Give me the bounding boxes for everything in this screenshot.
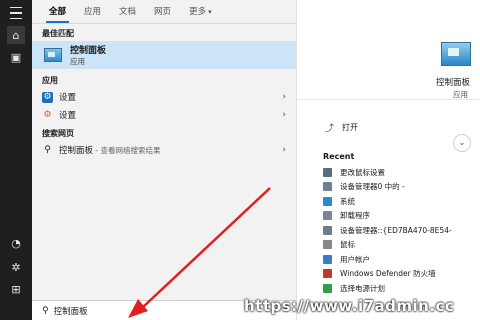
documents-icon[interactable]: ▣ bbox=[7, 48, 25, 66]
web-header: 搜索网页 bbox=[42, 129, 74, 138]
recent-item[interactable]: 卸载程序 bbox=[323, 209, 477, 224]
tab-web[interactable]: 网页 bbox=[145, 5, 180, 23]
tab-more[interactable]: 更多 ▾ bbox=[180, 5, 221, 23]
recent-item-icon bbox=[323, 211, 332, 221]
recent-item[interactable]: 系统 bbox=[323, 194, 477, 209]
search-icon: ⚲ bbox=[44, 145, 51, 155]
recent-item-label: 卸载程序 bbox=[340, 211, 370, 221]
control-panel-icon bbox=[441, 42, 471, 66]
preview-pane: 控制面板 应用 ⤴ 打开 ⌄ Recent 更改鼠标设置 设备管理器0 中的 -系… bbox=[296, 0, 480, 320]
recent-item-icon bbox=[323, 269, 332, 279]
settings-icon[interactable]: ✲ bbox=[7, 258, 25, 276]
chevron-right-icon[interactable]: › bbox=[282, 110, 286, 120]
list-item-web-search[interactable]: ⚲ 控制面板 - 查看网络搜索结果 › bbox=[32, 141, 296, 159]
tab-all[interactable]: 全部 bbox=[40, 5, 75, 23]
recent-item-label: 系统 bbox=[340, 196, 355, 206]
best-match-title: 控制面板 bbox=[70, 46, 107, 56]
start-rail: ⌂ ▣ ◔ ✲ ⊞ bbox=[0, 0, 32, 320]
control-panel-icon bbox=[44, 48, 62, 62]
recent-list: 更改鼠标设置设备管理器0 中的 -系统卸载程序设备管理器::{ED7BA470-… bbox=[323, 165, 477, 296]
preview-title: 控制面板 bbox=[435, 78, 470, 88]
recent-item-icon bbox=[323, 240, 332, 250]
recent-item[interactable]: 设备管理器::{ED7BA470-8E54- bbox=[323, 223, 477, 238]
gear-blue-icon: ⚙ bbox=[42, 91, 53, 103]
menu-icon[interactable] bbox=[7, 4, 25, 22]
preview-subtitle: 应用 bbox=[453, 90, 468, 99]
chevron-right-icon[interactable]: › bbox=[282, 92, 286, 102]
recent-item-icon bbox=[323, 196, 332, 206]
chevron-right-icon[interactable]: › bbox=[282, 145, 286, 155]
best-match-header: 最佳匹配 bbox=[42, 29, 74, 38]
recent-item[interactable]: Windows Defender 防火墙 bbox=[323, 267, 477, 282]
best-match-item[interactable]: 控制面板 应用 bbox=[32, 41, 296, 69]
best-match-subtitle: 应用 bbox=[70, 57, 85, 66]
results-column: 全部 应用 文档 网页 更多 ▾ 最佳匹配 控制面板 应用 应用 ⚙ 设置 › ⚙… bbox=[32, 0, 296, 320]
recent-item-icon bbox=[323, 225, 332, 235]
recent-item-label: 用户帐户 bbox=[340, 254, 370, 264]
recent-item[interactable]: 用户帐户 bbox=[323, 252, 477, 267]
recent-item-label: 设备管理器::{ED7BA470-8E54- bbox=[340, 225, 452, 235]
apps-header: 应用 bbox=[42, 76, 58, 85]
recent-header: Recent bbox=[323, 152, 355, 161]
recent-item-label: 设备管理器0 中的 - bbox=[340, 182, 405, 192]
recent-item[interactable]: 设备管理器0 中的 - bbox=[323, 180, 477, 195]
tab-apps[interactable]: 应用 bbox=[75, 5, 110, 23]
filter-tabs: 全部 应用 文档 网页 更多 ▾ bbox=[32, 0, 296, 24]
preview-header: 控制面板 应用 bbox=[297, 0, 480, 100]
chevron-down-icon: ▾ bbox=[208, 8, 212, 16]
recent-item[interactable]: 鼠标 bbox=[323, 238, 477, 253]
open-icon: ⤴ bbox=[325, 124, 335, 134]
user-icon[interactable]: ◔ bbox=[7, 234, 25, 252]
list-item-settings-1[interactable]: ⚙ 设置 › bbox=[32, 88, 296, 106]
recent-item-label: 鼠标 bbox=[340, 240, 355, 250]
recent-item-label: Windows Defender 防火墙 bbox=[340, 269, 436, 279]
recent-item-icon bbox=[323, 167, 332, 177]
search-icon: ⚲ bbox=[42, 305, 49, 316]
recent-item-label: 更改鼠标设置 bbox=[340, 167, 385, 177]
recent-item-icon bbox=[323, 254, 332, 264]
expand-chevron-icon[interactable]: ⌄ bbox=[453, 134, 471, 152]
gear-orange-icon: ⚙ bbox=[43, 110, 52, 120]
open-action[interactable]: ⤴ 打开 bbox=[325, 121, 358, 134]
list-item-settings-2[interactable]: ⚙ 设置 › bbox=[32, 106, 296, 124]
recent-item-icon bbox=[323, 182, 332, 192]
recent-item[interactable]: 更改鼠标设置 bbox=[323, 165, 477, 180]
watermark-text: https://www.i7admin.cc bbox=[244, 297, 455, 315]
tab-documents[interactable]: 文档 bbox=[110, 5, 145, 23]
windows-icon[interactable]: ⊞ bbox=[7, 280, 25, 298]
home-icon[interactable]: ⌂ bbox=[7, 26, 25, 44]
